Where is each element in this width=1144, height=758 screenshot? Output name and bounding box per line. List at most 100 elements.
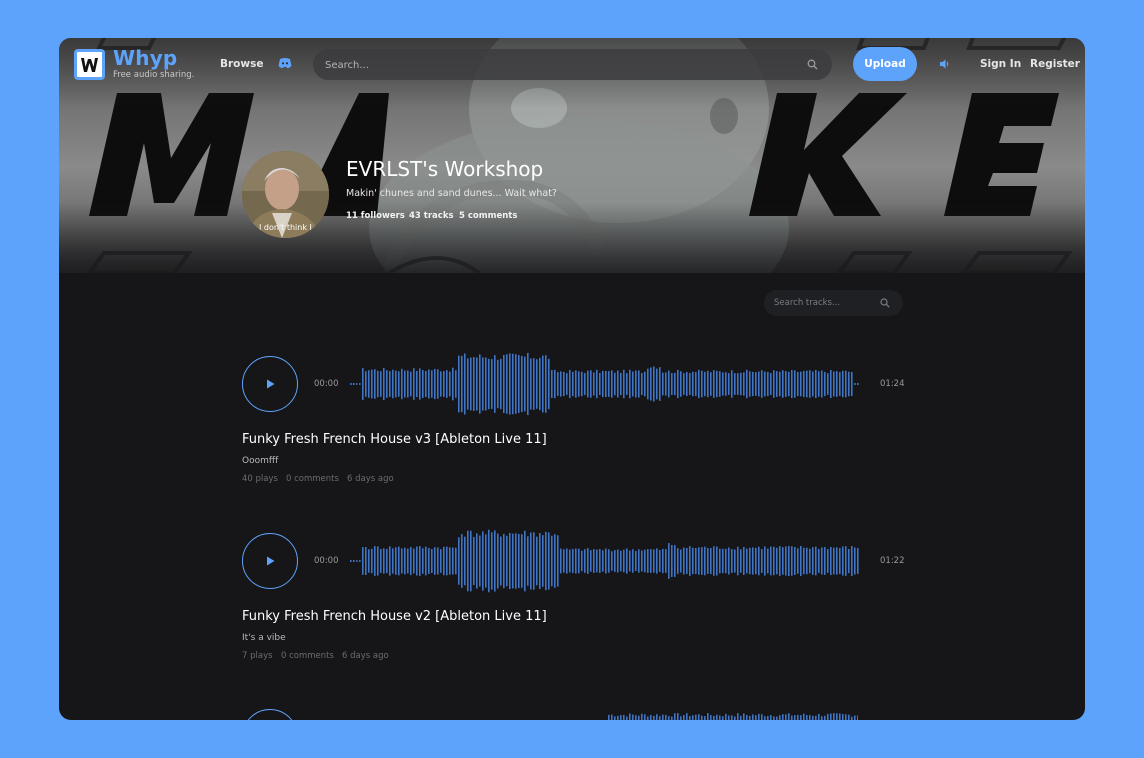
waveform-bar (797, 371, 799, 397)
waveform-bar (713, 715, 715, 720)
waveform-bar (845, 714, 847, 720)
avatar[interactable]: I don't think I (242, 151, 329, 238)
waveform-bar (518, 533, 520, 589)
waveform-bar (677, 548, 679, 574)
play-button[interactable] (242, 356, 298, 412)
waveform-bar (368, 370, 370, 398)
waveform-bar (806, 370, 808, 398)
search-icon[interactable] (880, 298, 890, 308)
waveform-bar (653, 549, 655, 573)
waveform-bar (413, 548, 415, 574)
waveform-bar (827, 713, 829, 720)
sign-in-link[interactable]: Sign In (980, 58, 1021, 70)
waveform-bar (470, 357, 472, 411)
waveform-bar (713, 370, 715, 398)
waveform-bar (434, 547, 436, 575)
waveform-bar (785, 546, 787, 576)
waveform-bar (692, 547, 694, 575)
waveform-bar (596, 369, 598, 399)
waveform-bar (845, 370, 847, 398)
waveform-bar (611, 370, 613, 398)
waveform-bar (575, 370, 577, 398)
waveform-bar (632, 714, 634, 720)
waveform-bar (740, 549, 742, 573)
register-link[interactable]: Register (1030, 58, 1080, 70)
waveform-bar (848, 548, 850, 574)
waveform-bar (608, 371, 610, 397)
waveform-bar (443, 371, 445, 397)
waveform-bar (830, 369, 832, 399)
followers-count[interactable]: 11 followers (346, 211, 405, 221)
browse-link[interactable]: Browse (220, 58, 263, 70)
waveform-bar (773, 716, 775, 720)
waveform-bar (842, 713, 844, 720)
search-bar[interactable] (313, 49, 832, 80)
comment-count[interactable]: 0 comments (286, 474, 339, 484)
upload-button[interactable]: Upload (853, 47, 917, 81)
waveform-bar (491, 359, 493, 409)
waveform-bar (560, 371, 562, 397)
waveform-bar (485, 534, 487, 588)
waveform-bar (791, 370, 793, 398)
comment-count[interactable]: 0 comments (281, 651, 334, 661)
waveform-bar (854, 547, 856, 575)
waveform-bar (812, 547, 814, 575)
waveform-bar (710, 548, 712, 574)
comments-count[interactable]: 5 comments (459, 211, 517, 221)
waveform-bar (683, 373, 685, 395)
search-input[interactable] (325, 57, 785, 73)
waveform-bar (350, 560, 352, 562)
waveform-bar (365, 547, 367, 575)
track-search-input[interactable] (774, 296, 874, 310)
waveform-bar (638, 549, 640, 573)
waveform-bar (788, 371, 790, 397)
waveform-bar (446, 546, 448, 576)
track-title[interactable]: Funky Fresh French House v3 [Ableton Liv… (242, 432, 547, 447)
waveform-bar (824, 715, 826, 720)
waveform-bar (641, 550, 643, 572)
search-icon[interactable] (807, 59, 818, 70)
waveform-bar (815, 546, 817, 576)
play-button[interactable] (242, 709, 298, 720)
waveform-bar (581, 550, 583, 572)
waveform-bar (848, 714, 850, 720)
waveform-bar (683, 715, 685, 720)
waveform-bar (386, 548, 388, 574)
waveform-bar (467, 530, 469, 592)
volume-icon[interactable] (939, 58, 951, 70)
logo-wordmark[interactable]: Whyp (113, 46, 177, 70)
waveform-bar (665, 549, 667, 573)
waveform-bar (677, 713, 679, 720)
waveform-bar (569, 549, 571, 573)
discord-icon[interactable] (278, 57, 292, 69)
waveform-bar (413, 368, 415, 400)
play-button[interactable] (242, 533, 298, 589)
waveform-bar (500, 536, 502, 586)
waveform-bar (839, 547, 841, 575)
waveform[interactable] (350, 350, 860, 418)
waveform-bar (845, 546, 847, 576)
waveform-bar (419, 368, 421, 400)
waveform-bar (680, 549, 682, 573)
waveform-bar (509, 532, 511, 590)
waveform-bar (542, 535, 544, 587)
waveform-bar (488, 529, 490, 593)
waveform-bar (731, 370, 733, 398)
waveform-bar (833, 371, 835, 397)
waveform-bar (764, 546, 766, 576)
waveform[interactable] (350, 527, 860, 595)
waveform-bar (350, 383, 352, 385)
track-title[interactable]: Funky Fresh French House v2 [Ableton Liv… (242, 609, 547, 624)
waveform[interactable] (608, 698, 858, 720)
track-search[interactable] (764, 290, 903, 316)
waveform-bar (806, 547, 808, 575)
waveform-bar (776, 716, 778, 720)
waveform-bar (737, 713, 739, 720)
waveform-bar (593, 372, 595, 396)
tracks-count[interactable]: 43 tracks (409, 211, 454, 221)
logo-icon[interactable] (74, 49, 105, 80)
waveform-bar (770, 546, 772, 576)
waveform-bar (680, 371, 682, 397)
waveform-bar (722, 716, 724, 720)
waveform-bar (797, 548, 799, 574)
